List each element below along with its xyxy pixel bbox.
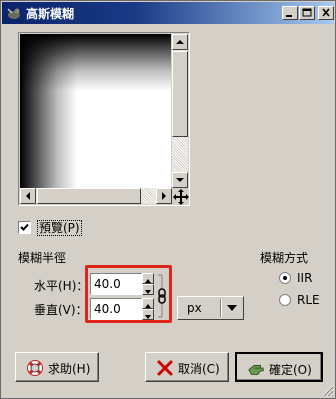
scroll-left-button[interactable] (20, 188, 36, 204)
chevron-down-icon (227, 305, 237, 311)
horizontal-scroll-thumb[interactable] (37, 188, 141, 204)
close-button[interactable] (318, 6, 334, 20)
gimp-wilber-icon (7, 8, 20, 19)
vertical-radius-field[interactable] (90, 298, 142, 320)
cancel-button[interactable]: 取消(C) (145, 352, 229, 382)
preview-label: 預覽(P) (37, 220, 82, 236)
rle-label: RLE (297, 293, 320, 307)
scroll-down-button[interactable] (172, 172, 188, 188)
arrow-down-icon (176, 178, 184, 182)
preview-vertical-scrollbar[interactable] (172, 34, 188, 188)
rle-radio[interactable] (279, 294, 291, 306)
vertical-label: 垂直(V)： (34, 303, 88, 317)
lifebuoy-icon (27, 360, 43, 376)
vertical-decrement-button[interactable] (142, 309, 154, 320)
scroll-up-button[interactable] (172, 34, 188, 50)
maximize-icon (302, 8, 312, 17)
arrow-down-icon (145, 315, 151, 319)
horizontal-decrement-button[interactable] (142, 284, 154, 295)
window-title: 高斯模糊 (26, 7, 75, 21)
help-button[interactable]: 求助(H) (15, 352, 99, 382)
chain-link-icon[interactable] (156, 271, 168, 321)
blur-method-heading: 模糊方式 (260, 251, 309, 265)
preview-horizontal-scrollbar[interactable] (20, 188, 172, 204)
blur-radius-heading: 模糊半徑 (18, 251, 67, 265)
preview-image[interactable] (20, 34, 171, 188)
minimize-icon (286, 15, 292, 17)
vertical-scroll-thumb[interactable] (172, 51, 188, 137)
iir-label: IIR (297, 271, 313, 285)
checkmark-icon (20, 223, 29, 231)
unit-separator (220, 299, 222, 317)
close-icon (322, 8, 330, 17)
arrow-right-icon (162, 192, 166, 200)
title-bar[interactable]: 高斯模糊 (2, 2, 334, 24)
arrow-down-icon (145, 290, 151, 294)
unit-dropdown[interactable]: px (177, 296, 244, 320)
maximize-button[interactable] (299, 6, 315, 20)
ok-button-label: 確定(O) (269, 363, 312, 377)
horizontal-radius-stepper[interactable] (142, 273, 154, 295)
horizontal-increment-button[interactable] (142, 273, 154, 284)
scroll-right-button[interactable] (156, 188, 172, 204)
cancel-x-icon (157, 360, 173, 376)
move-cross-icon[interactable] (172, 188, 190, 206)
vertical-radius-stepper[interactable] (142, 298, 154, 320)
horizontal-label: 水平(H)： (34, 279, 89, 293)
minimize-button[interactable] (282, 6, 298, 20)
gaussian-blur-dialog: 高斯模糊 預覽(P) 模糊半徑 模糊方式 水平(H)： 垂直(V)： 40.0 … (0, 0, 336, 399)
preview-checkbox[interactable] (18, 221, 31, 234)
iir-radio[interactable] (279, 272, 291, 284)
vertical-increment-button[interactable] (142, 298, 154, 309)
vertical-radius-input[interactable] (94, 301, 134, 317)
ok-hand-icon (248, 364, 264, 375)
horizontal-radius-field[interactable] (90, 273, 142, 295)
arrow-left-icon (26, 192, 30, 200)
cancel-button-label: 取消(C) (178, 362, 220, 376)
arrow-up-icon (176, 40, 184, 44)
unit-value: px (187, 301, 202, 315)
ok-button[interactable]: 確定(O) (235, 352, 323, 382)
horizontal-radius-input[interactable] (94, 276, 134, 292)
resize-grip-icon[interactable] (321, 384, 334, 397)
help-button-label: 求助(H) (48, 362, 91, 376)
